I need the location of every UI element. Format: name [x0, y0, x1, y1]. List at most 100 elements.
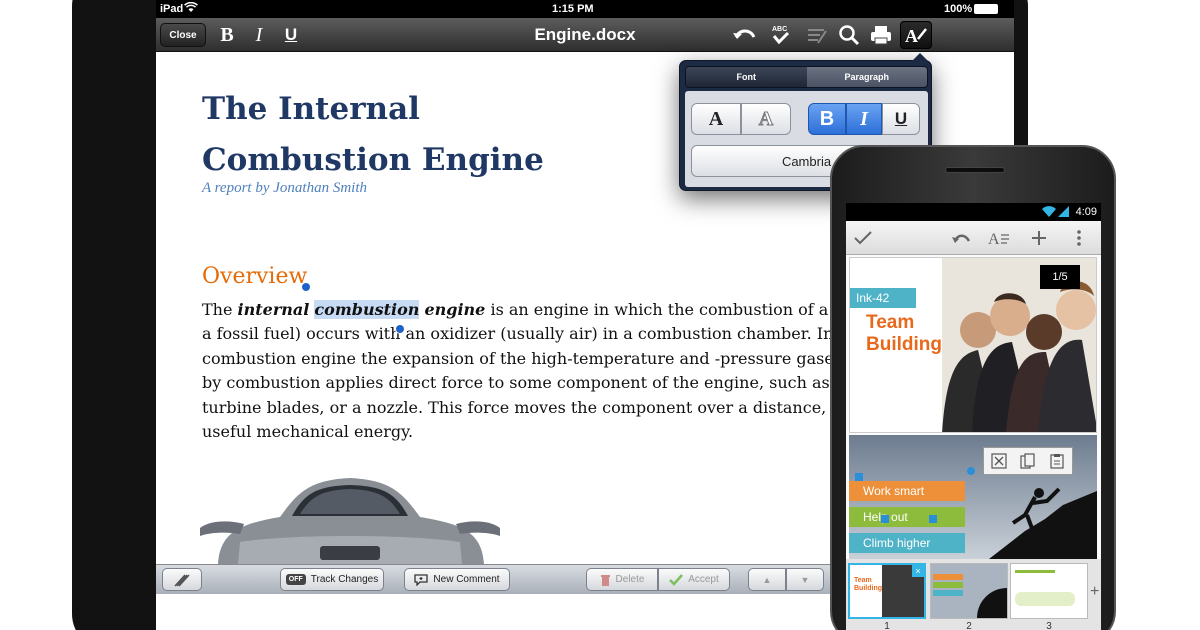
new-comment-button[interactable]: New Comment — [404, 568, 510, 591]
thumb-line — [1015, 570, 1055, 573]
ios-status-bar: iPad 1:15 PM 100% — [156, 0, 1014, 18]
selection-end-handle[interactable] — [395, 324, 405, 334]
selection-start-handle[interactable] — [301, 282, 311, 292]
track-changes-label: Track Changes — [310, 574, 379, 585]
selection-handle[interactable] — [929, 515, 937, 523]
svg-text:ABC: ABC — [772, 26, 787, 33]
font-color-button[interactable]: A — [691, 103, 741, 135]
slide-team-building[interactable]: Ink-42 Team Building 1/5 — [849, 257, 1097, 433]
copy-icon[interactable] — [1020, 453, 1036, 469]
thumb-shape — [1015, 592, 1075, 606]
next-change-button[interactable]: ▼ — [786, 568, 824, 591]
context-menu — [983, 447, 1073, 475]
remove-slide-icon[interactable]: × — [912, 565, 924, 577]
add-icon[interactable] — [1028, 227, 1050, 249]
thumbnail-slide-1[interactable]: Team Building × — [848, 563, 926, 619]
document-subtitle: A report by Jonathan Smith — [202, 180, 367, 196]
delete-button[interactable]: Delete — [586, 568, 658, 591]
popover-underline-button[interactable]: U — [882, 103, 920, 135]
checkmark-icon — [669, 573, 684, 586]
bullet-climb-higher[interactable]: Climb higher — [849, 533, 965, 553]
slide-thumbnails: Team Building × 1 2 3 + — [846, 559, 1101, 630]
selection-handle[interactable] — [881, 515, 889, 523]
selection-handle[interactable] — [855, 473, 863, 481]
track-changes-button[interactable]: OFF Track Changes — [280, 568, 384, 591]
popover-italic-button[interactable]: I — [846, 103, 882, 135]
paste-icon[interactable] — [1049, 453, 1065, 469]
status-time: 1:15 PM — [552, 3, 594, 15]
para-text-internal: internal — [237, 300, 310, 319]
thumb-image — [977, 588, 1007, 618]
format-text-icon[interactable]: A — [900, 21, 932, 49]
undo-icon[interactable] — [730, 23, 760, 47]
section-heading: Overview — [202, 264, 308, 289]
para-line: combustion engine the expansion of the h… — [202, 348, 875, 368]
thumb-bar — [933, 582, 963, 588]
body-paragraph[interactable]: The internal combustion engine is an eng… — [202, 298, 886, 444]
thumbnail-slide-2[interactable] — [930, 563, 1008, 619]
previous-change-button[interactable]: ▲ — [748, 568, 786, 591]
cut-icon[interactable] — [991, 453, 1007, 469]
popover-arrow — [912, 53, 928, 61]
android-status-bar: 4:09 — [846, 203, 1101, 221]
svg-text:A: A — [905, 26, 918, 46]
battery-percent: 100% — [944, 3, 973, 15]
carrier-label: iPad — [160, 3, 184, 15]
add-slide-button[interactable]: + — [1090, 583, 1099, 601]
slide-title: Team Building — [866, 312, 942, 356]
thumbnail-slide-3[interactable] — [1010, 563, 1088, 619]
format-text-icon[interactable]: A — [988, 227, 1010, 249]
tab-font[interactable]: Font — [686, 67, 807, 87]
comment-icon — [414, 573, 429, 586]
battery-icon — [974, 4, 998, 14]
wifi-icon — [1042, 206, 1056, 220]
svg-text:A: A — [988, 231, 1000, 246]
slide-list[interactable]: Ink-42 Team Building 1/5 Work smart Help… — [846, 255, 1101, 630]
done-check-icon[interactable] — [852, 227, 874, 249]
popover-tabs: Font Paragraph — [685, 66, 928, 88]
para-line: a fossil fuel) occurs with an oxidizer (… — [202, 324, 869, 344]
para-text: is an engine in which the combustion of … — [485, 300, 886, 319]
trash-icon — [600, 574, 610, 586]
track-changes-toggle[interactable]: OFF — [285, 574, 306, 585]
slide-tag: Ink-42 — [850, 288, 916, 308]
heading-line-2: Combustion Engine — [202, 142, 544, 178]
search-icon[interactable] — [834, 23, 864, 47]
thumbnail-number: 3 — [1046, 621, 1052, 630]
car-image — [200, 478, 500, 564]
accept-button[interactable]: Accept — [658, 568, 730, 591]
overflow-menu-icon[interactable] — [1068, 227, 1090, 249]
earpiece — [945, 167, 1005, 173]
new-comment-label: New Comment — [433, 574, 500, 585]
highlight-button[interactable]: A — [741, 103, 791, 135]
android-action-bar: A — [846, 221, 1101, 255]
page-indicator: 1/5 — [1040, 265, 1080, 289]
para-text-engine: engine — [424, 300, 486, 319]
android-screen: 4:09 A Ink-42 Team Building 1/5 Work sma… — [846, 203, 1101, 630]
para-line: turbine blades, or a nozzle. This force … — [202, 397, 879, 417]
android-time: 4:09 — [1075, 206, 1097, 218]
slide-title-line-1: Team — [866, 312, 915, 333]
selected-text[interactable]: combustion — [314, 300, 420, 319]
document-heading: The Internal Combustion Engine — [202, 84, 602, 186]
print-icon[interactable] — [866, 23, 896, 47]
spellcheck-icon[interactable]: ABC — [766, 23, 796, 47]
thumb-bar — [933, 574, 963, 580]
promo-stage: iPad 1:15 PM 100% Close B I U Engine.doc… — [0, 0, 1200, 630]
track-changes-icon[interactable] — [802, 23, 832, 47]
undo-icon[interactable] — [950, 227, 972, 249]
thumb-bar — [933, 590, 963, 596]
slide-climb-higher[interactable]: Work smart Help out Climb higher — [849, 435, 1097, 559]
bullet-work-smart[interactable]: Work smart — [849, 481, 965, 501]
para-text: The — [202, 300, 238, 319]
ink-pen-icon[interactable] — [162, 568, 202, 591]
popover-bold-button[interactable]: B — [808, 103, 846, 135]
thumbnail-number: 1 — [884, 621, 890, 630]
doc-toolbar: Close B I U Engine.docx ABC A — [156, 18, 1014, 52]
accept-label: Accept — [688, 574, 719, 585]
heading-line-1: The Internal — [202, 91, 420, 127]
bullet-help-out[interactable]: Help out — [849, 507, 965, 527]
tab-paragraph[interactable]: Paragraph — [806, 67, 927, 87]
wifi-icon — [184, 1, 198, 16]
rotate-handle[interactable] — [967, 467, 975, 475]
